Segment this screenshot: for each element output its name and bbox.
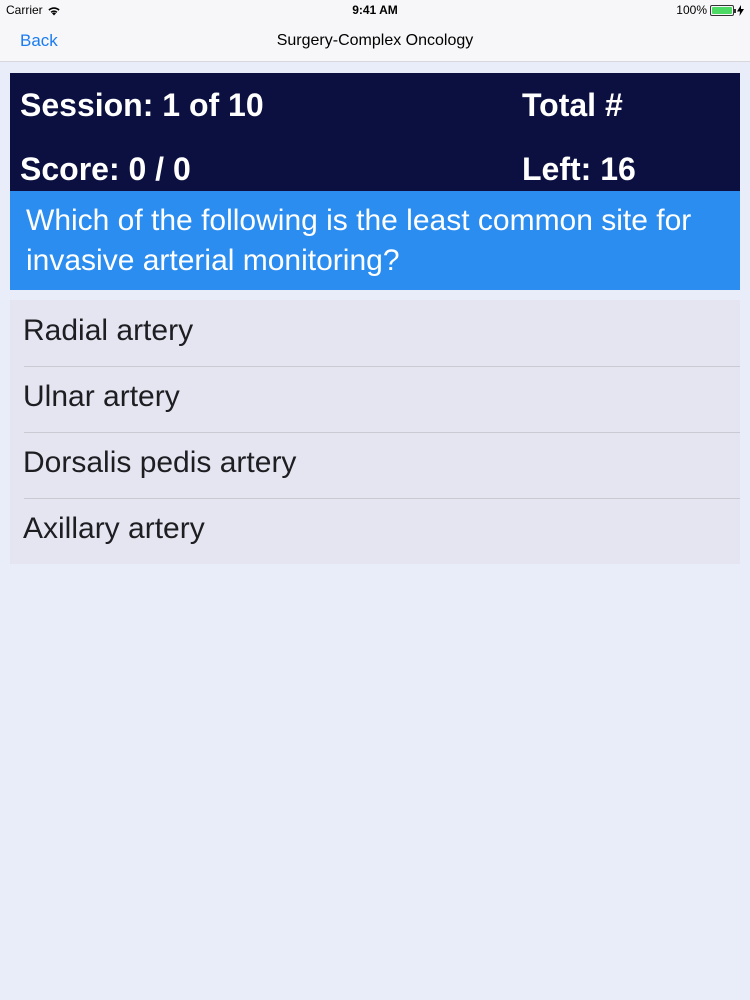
nav-title: Surgery-Complex Oncology — [276, 32, 474, 49]
answer-label: Radial artery — [23, 314, 194, 347]
answer-option-4[interactable]: Axillary artery — [10, 498, 740, 564]
battery-icon — [710, 4, 736, 16]
navigation-bar: Back Surgery-Complex Oncology — [0, 20, 750, 62]
score-display: Score: 0 / 0 — [20, 151, 191, 187]
answer-label: Dorsalis pedis artery — [23, 446, 297, 479]
answer-option-3[interactable]: Dorsalis pedis artery — [10, 432, 740, 498]
answer-list: Radial artery Ulnar artery Dorsalis pedi… — [10, 300, 740, 564]
answer-option-1[interactable]: Radial artery — [10, 300, 740, 366]
answer-label: Axillary artery — [23, 512, 205, 545]
answer-label: Ulnar artery — [23, 380, 180, 413]
questions-left: Left: 16 — [522, 151, 636, 187]
session-counter: Session: 1 of 10 — [20, 87, 264, 123]
question-text: Which of the following is the least comm… — [10, 191, 740, 290]
session-header: Session: 1 of 10 Total # Score: 0 / 0 Le… — [10, 73, 740, 191]
status-time: 9:41 AM — [352, 3, 398, 17]
status-bar: Carrier 9:41 AM 100% — [0, 0, 750, 20]
total-label: Total # — [522, 87, 623, 123]
answer-option-2[interactable]: Ulnar artery — [10, 366, 740, 432]
charging-bolt-icon — [737, 4, 744, 16]
battery-percent: 100% — [676, 3, 707, 17]
battery-indicator: 100% — [676, 3, 744, 17]
